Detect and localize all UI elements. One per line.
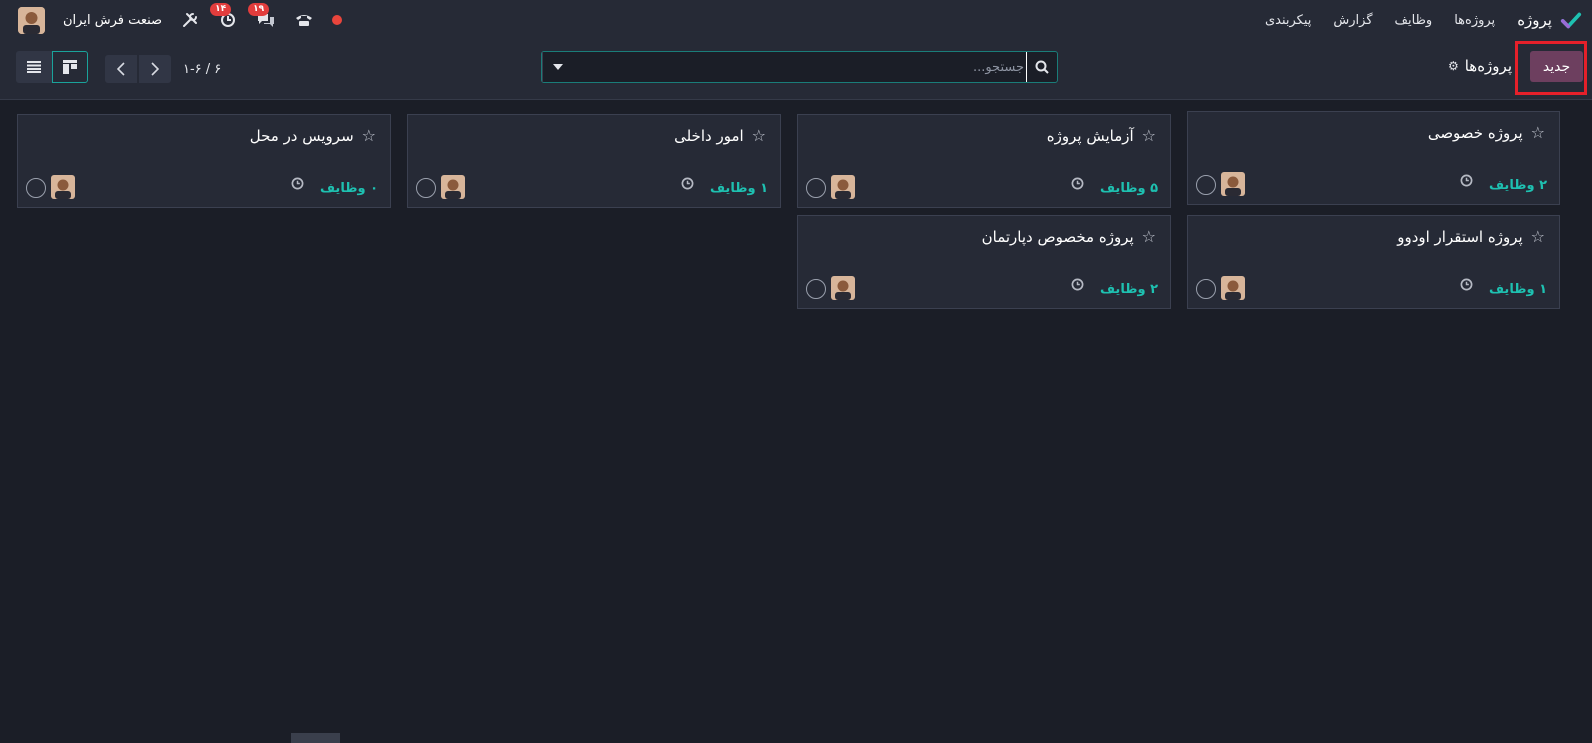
star-icon[interactable]: ☆	[1531, 227, 1545, 246]
page-title: پروژه‌ها	[1464, 57, 1512, 75]
project-tasks-link[interactable]: ۵ وظایف	[1100, 181, 1158, 196]
project-name[interactable]: آزمایش پروژه	[1047, 127, 1134, 145]
list-view-button[interactable]	[16, 51, 52, 83]
app-brand[interactable]: پروژه	[1517, 9, 1582, 31]
assignee-avatar[interactable]	[1221, 276, 1245, 300]
kanban-view-button[interactable]	[52, 51, 88, 83]
search-icon[interactable]	[1027, 52, 1057, 82]
chat-bubbles-icon[interactable]: ۱۹	[248, 3, 276, 30]
project-card[interactable]: ☆ پروژه استقرار اودوو ۱ وظایف	[1187, 215, 1560, 309]
assignee-avatar[interactable]	[831, 175, 855, 199]
menu-reporting[interactable]: گزارش	[1333, 13, 1372, 28]
project-card-title: ☆ آزمایش پروژه	[1047, 126, 1156, 145]
user-avatar-image	[18, 6, 45, 34]
new-button[interactable]: جدید	[1530, 51, 1583, 82]
activity-clock-icon[interactable]: ۱۴	[210, 3, 238, 30]
project-tasks-link[interactable]: ۲ وظایف	[1489, 178, 1547, 193]
phone-icon[interactable]	[294, 10, 314, 30]
project-tasks-link[interactable]: ۲ وظایف	[1100, 282, 1158, 297]
activity-clock-icon[interactable]	[1071, 175, 1084, 194]
project-tasks-link[interactable]: ۱ وظایف	[1489, 282, 1547, 297]
project-name[interactable]: امور داخلی	[674, 127, 744, 145]
chevron-right-icon	[151, 62, 159, 76]
status-circle[interactable]	[416, 178, 436, 198]
status-dot-icon	[332, 15, 343, 25]
caret-down-icon	[552, 64, 563, 70]
pager-previous-button[interactable]	[105, 55, 137, 83]
search-options-toggle[interactable]	[542, 52, 572, 82]
activity-clock-icon[interactable]	[681, 175, 694, 194]
user-avatar[interactable]	[18, 6, 45, 34]
project-name[interactable]: پروژه مخصوص دپارتمان	[982, 228, 1134, 246]
search-bar	[541, 51, 1058, 83]
star-icon[interactable]: ☆	[752, 126, 766, 145]
project-app-icon	[1560, 12, 1582, 29]
project-tasks-link[interactable]: ۱ وظایف	[710, 181, 768, 196]
project-card-title: ☆ پروژه استقرار اودوو	[1397, 227, 1545, 246]
gear-icon[interactable]: ⚙	[1448, 59, 1459, 73]
project-card[interactable]: ☆ پروژه خصوصی ۲ وظایف	[1187, 111, 1560, 205]
star-icon[interactable]: ☆	[362, 126, 376, 145]
assignee-avatar[interactable]	[441, 175, 465, 199]
project-card-title: ☆ پروژه مخصوص دپارتمان	[982, 227, 1156, 246]
pager-next-button[interactable]	[139, 55, 171, 83]
company-switcher[interactable]: صنعت فرش ایران	[63, 13, 162, 28]
control-panel: جدید پروژه‌ها ⚙ ۱-۶ / ۶	[0, 40, 1592, 100]
project-card-title: ☆ امور داخلی	[674, 126, 766, 145]
star-icon[interactable]: ☆	[1142, 126, 1156, 145]
project-card[interactable]: ☆ پروژه مخصوص دپارتمان ۲ وظایف	[797, 215, 1171, 309]
view-switcher	[16, 51, 88, 83]
status-circle[interactable]	[1196, 279, 1216, 299]
activity-badge: ۱۴	[210, 3, 232, 16]
breadcrumb: پروژه‌ها ⚙	[1448, 57, 1512, 75]
status-circle[interactable]	[1196, 175, 1216, 195]
menu-projects[interactable]: پروژه‌ها	[1454, 13, 1495, 28]
activity-clock-icon[interactable]	[291, 175, 304, 194]
pager-value[interactable]: ۱-۶ / ۶	[183, 62, 221, 77]
project-name[interactable]: پروژه استقرار اودوو	[1397, 228, 1522, 246]
assignee-avatar[interactable]	[831, 276, 855, 300]
activity-clock-icon[interactable]	[1071, 276, 1084, 295]
project-card[interactable]: ☆ امور داخلی ۱ وظایف	[407, 114, 781, 208]
star-icon[interactable]: ☆	[1142, 227, 1156, 246]
project-name[interactable]: پروژه خصوصی	[1428, 124, 1523, 142]
menu-configuration[interactable]: پیکربندی	[1265, 13, 1311, 28]
search-input[interactable]	[572, 52, 1027, 82]
list-icon	[27, 61, 41, 73]
status-circle[interactable]	[26, 178, 46, 198]
project-card[interactable]: ☆ آزمایش پروژه ۵ وظایف	[797, 114, 1171, 208]
menu-tasks[interactable]: وظایف	[1395, 13, 1433, 28]
star-icon[interactable]: ☆	[1531, 123, 1545, 142]
activity-clock-icon[interactable]	[1460, 172, 1473, 191]
systray: صنعت فرش ایران ۱۴ ۱۹	[18, 3, 343, 34]
assignee-avatar[interactable]	[51, 175, 75, 199]
chat-badge: ۱۹	[248, 3, 270, 16]
main-menu: پروژه پروژه‌ها وظایف گزارش پیکربندی	[1265, 9, 1582, 31]
project-card[interactable]: ☆ سرویس در محل ۰ وظایف	[17, 114, 391, 208]
top-navbar: پروژه پروژه‌ها وظایف گزارش پیکربندی صنعت…	[0, 0, 1592, 40]
chevron-left-icon	[117, 62, 125, 76]
assignee-avatar[interactable]	[1221, 172, 1245, 196]
kanban-icon	[63, 60, 77, 74]
project-card-title: ☆ سرویس در محل	[250, 126, 376, 145]
status-circle[interactable]	[806, 279, 826, 299]
project-tasks-link[interactable]: ۰ وظایف	[320, 181, 378, 196]
activity-clock-icon[interactable]	[1460, 276, 1473, 295]
app-name: پروژه	[1517, 11, 1552, 29]
project-card-title: ☆ پروژه خصوصی	[1428, 123, 1545, 142]
debug-tools-icon[interactable]	[180, 10, 200, 30]
horizontal-scrollbar[interactable]	[291, 733, 340, 743]
status-circle[interactable]	[806, 178, 826, 198]
pager: ۱-۶ / ۶	[105, 55, 221, 83]
project-name[interactable]: سرویس در محل	[250, 127, 354, 145]
